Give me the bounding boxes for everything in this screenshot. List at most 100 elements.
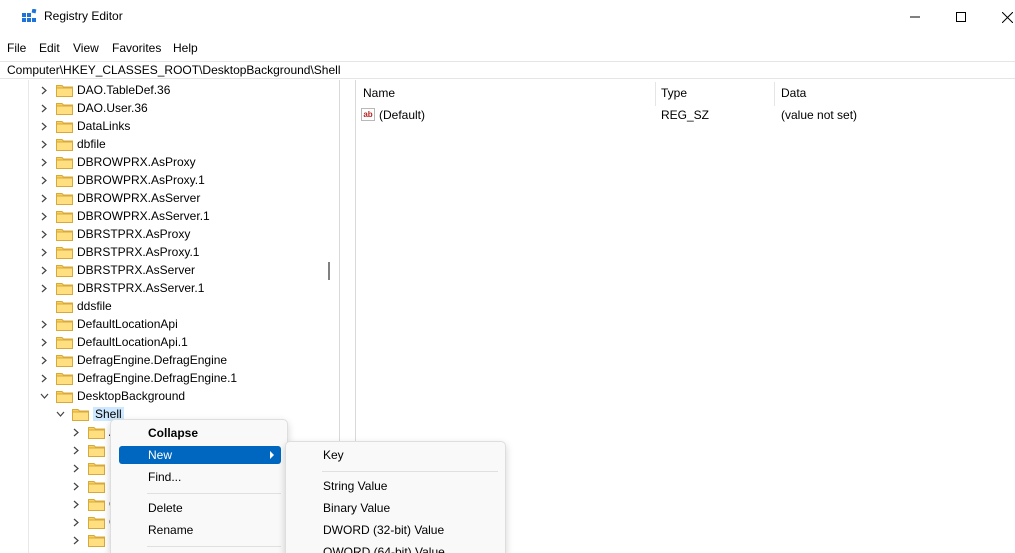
tree-expander[interactable] [38, 81, 50, 99]
tree-expander[interactable] [70, 477, 82, 495]
tree-expander[interactable] [70, 441, 82, 459]
tree-expander[interactable] [38, 351, 50, 369]
tree-item-label: DBROWPRX.AsProxy.1 [77, 173, 205, 187]
tree-item[interactable]: DesktopBackground [38, 387, 185, 405]
tree-item[interactable]: dbfile [38, 135, 106, 153]
tree-expander[interactable] [38, 225, 50, 243]
tree-item[interactable]: ddsfile [38, 297, 112, 315]
tree-item-label: DBRSTPRX.AsProxy [77, 227, 191, 241]
tree-item[interactable]: DefaultLocationApi [38, 315, 178, 333]
menu-delete-label: Delete [148, 501, 183, 515]
column-type-header[interactable]: Type [661, 86, 687, 100]
tree-item[interactable]: DBROWPRX.AsProxy [38, 153, 196, 171]
tree-item[interactable]: DataLinks [38, 117, 130, 135]
chevron-right-icon [41, 284, 47, 292]
chevron-right-icon [41, 194, 47, 202]
tree-item[interactable]: DBRSTPRX.AsProxy.1 [38, 243, 199, 261]
tree-expander[interactable] [38, 333, 50, 351]
tree-item[interactable]: DefaultLocationApi.1 [38, 333, 188, 351]
address-bar[interactable]: Computer\HKEY_CLASSES_ROOT\DesktopBackgr… [0, 61, 1015, 79]
chevron-right-icon [270, 451, 274, 459]
tree-expander[interactable] [38, 315, 50, 333]
tree-item[interactable]: DBROWPRX.AsServer [38, 189, 200, 207]
menu-edit[interactable]: Edit [39, 41, 60, 55]
tree-item-label: ddsfile [77, 299, 112, 313]
tree-item-label: DBRSTPRX.AsServer [77, 263, 196, 277]
tree-expander[interactable] [38, 369, 50, 387]
tree-item[interactable]: DefragEngine.DefragEngine [38, 351, 227, 369]
tree-item-label: dbfile [77, 137, 106, 151]
tree-expander[interactable] [38, 153, 50, 171]
submenu-binary-value[interactable]: Binary Value [294, 499, 499, 517]
chevron-right-icon [41, 212, 47, 220]
menu-find[interactable]: Find... [119, 468, 281, 486]
column-name-header[interactable]: Name [363, 86, 395, 100]
tree-expander[interactable] [38, 117, 50, 135]
tree-item-label: DefragEngine.DefragEngine.1 [77, 371, 238, 385]
menu-favorites[interactable]: Favorites [112, 41, 161, 55]
tree-expander[interactable] [38, 99, 50, 117]
tree-item[interactable]: DBROWPRX.AsServer.1 [38, 207, 210, 225]
tree-item-label: DesktopBackground [77, 389, 186, 403]
chevron-right-icon [41, 86, 47, 94]
menu-collapse[interactable]: Collapse [119, 424, 281, 442]
column-data-header[interactable]: Data [781, 86, 806, 100]
tree-item[interactable]: DBRSTPRX.AsServer.1 [38, 279, 204, 297]
tree-guide-line [28, 80, 29, 553]
tree-expander[interactable] [38, 243, 50, 261]
maximize-button[interactable] [938, 0, 984, 34]
folder-icon [88, 426, 105, 439]
tree-expander[interactable] [38, 387, 50, 405]
tree-expander[interactable] [70, 513, 82, 531]
column-divider[interactable] [655, 82, 656, 106]
tree-expander[interactable] [70, 531, 82, 549]
tree-item-label: DefaultLocationApi [77, 317, 178, 331]
folder-icon [56, 138, 73, 151]
menu-rename[interactable]: Rename [119, 521, 281, 539]
tree-item[interactable]: DAO.TableDef.36 [38, 81, 170, 99]
tree-item[interactable]: DBRSTPRX.AsProxy [38, 225, 190, 243]
menu-delete[interactable]: Delete [119, 499, 281, 517]
tree-item-label: DataLinks [77, 119, 131, 133]
tree-expander[interactable] [70, 459, 82, 477]
value-row[interactable]: ab (Default) REG_SZ (value not set) [356, 106, 1015, 124]
pane-splitter[interactable] [328, 262, 330, 280]
tree-expander[interactable] [38, 135, 50, 153]
tree-expander[interactable] [38, 189, 50, 207]
chevron-right-icon [73, 518, 79, 526]
submenu-string-value[interactable]: String Value [294, 477, 499, 495]
string-value-icon: ab [361, 108, 375, 121]
close-icon [1001, 11, 1013, 23]
tree-expander[interactable] [38, 261, 50, 279]
tree-item[interactable]: DAO.User.36 [38, 99, 148, 117]
submenu-key[interactable]: Key [294, 446, 499, 464]
folder-icon [56, 318, 73, 331]
submenu-qword-value[interactable]: QWORD (64-bit) Value [294, 543, 499, 553]
column-divider[interactable] [774, 82, 775, 106]
tree-item[interactable]: DBROWPRX.AsProxy.1 [38, 171, 205, 189]
tree-expander[interactable] [54, 405, 66, 423]
menu-file[interactable]: File [7, 41, 26, 55]
tree-expander[interactable] [70, 423, 82, 441]
maximize-icon [956, 12, 966, 22]
minimize-button[interactable] [892, 0, 938, 34]
menu-new[interactable]: New [119, 446, 281, 464]
chevron-right-icon [73, 446, 79, 454]
folder-icon [88, 498, 105, 511]
new-submenu: Key String Value Binary Value DWORD (32-… [285, 441, 506, 553]
context-menu: Collapse New Find... Delete Rename [110, 419, 288, 553]
tree-expander[interactable] [38, 171, 50, 189]
tree-item-label: DBRSTPRX.AsServer.1 [77, 281, 205, 295]
menu-help[interactable]: Help [173, 41, 198, 55]
menu-view[interactable]: View [73, 41, 99, 55]
tree-item[interactable]: DefragEngine.DefragEngine.1 [38, 369, 237, 387]
tree-item[interactable]: DBRSTPRX.AsServer [38, 261, 195, 279]
close-button[interactable] [984, 0, 1015, 34]
tree-item-label: DAO.User.36 [77, 101, 148, 115]
submenu-binary-value-label: Binary Value [323, 501, 391, 515]
tree-expander[interactable] [38, 207, 50, 225]
tree-item-label: DBROWPRX.AsServer.1 [77, 209, 210, 223]
tree-expander[interactable] [70, 495, 82, 513]
tree-expander[interactable] [38, 279, 50, 297]
submenu-dword-value[interactable]: DWORD (32-bit) Value [294, 521, 499, 539]
